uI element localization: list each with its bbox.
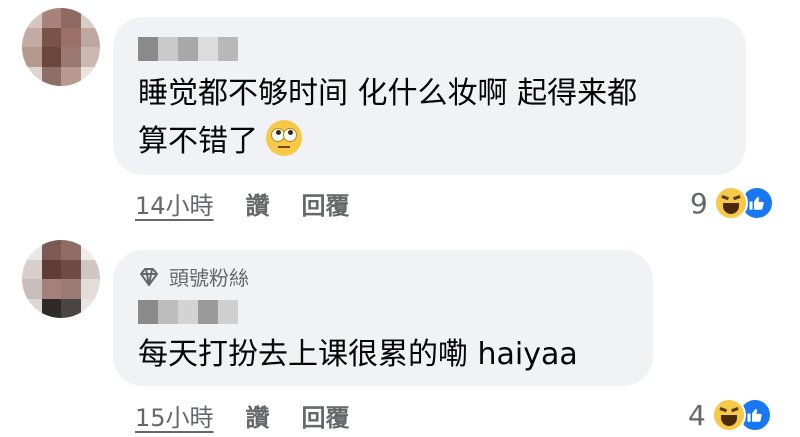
commenter-avatar[interactable] (22, 8, 100, 86)
comment-actions: 15小時 讚 回覆 (135, 398, 350, 433)
badge-label: 頭號粉絲 (169, 266, 249, 290)
diamond-icon (140, 267, 158, 286)
commenter-name-blurred[interactable] (138, 300, 238, 324)
commenter-avatar[interactable] (22, 240, 100, 318)
comment-text-continued: 算不错了 (138, 119, 302, 165)
comment-bubble: 頭號粉絲 每天打扮去上课很累的嘞 haiyaa (113, 250, 653, 386)
comment-bubble: 睡觉都不够时间 化什么妆啊 起得来都 算不错了 (113, 17, 746, 175)
haha-reaction-icon (713, 186, 748, 220)
comment-text: 每天打扮去上课很累的嘞 haiyaa (138, 337, 578, 372)
like-button[interactable]: 讚 (246, 186, 270, 221)
commenter-name-blurred[interactable] (138, 37, 238, 61)
reply-button[interactable]: 回覆 (302, 398, 350, 433)
timestamp-link[interactable]: 15小時 (135, 398, 214, 433)
comment-text: 睡觉都不够时间 化什么妆啊 起得来都 (138, 76, 638, 111)
reaction-summary[interactable]: 9 (690, 186, 774, 220)
comment-actions: 14小時 讚 回覆 (135, 186, 350, 221)
reaction-count: 4 (688, 398, 706, 432)
timestamp-link[interactable]: 14小時 (135, 186, 214, 221)
haha-reaction-icon (711, 398, 746, 432)
like-button[interactable]: 讚 (246, 398, 270, 433)
top-fan-badge[interactable]: 頭號粉絲 (137, 262, 249, 291)
reply-button[interactable]: 回覆 (302, 186, 350, 221)
rolling-eyes-emoji-icon (266, 120, 302, 156)
reaction-count: 9 (690, 186, 708, 220)
reaction-summary[interactable]: 4 (688, 398, 772, 432)
